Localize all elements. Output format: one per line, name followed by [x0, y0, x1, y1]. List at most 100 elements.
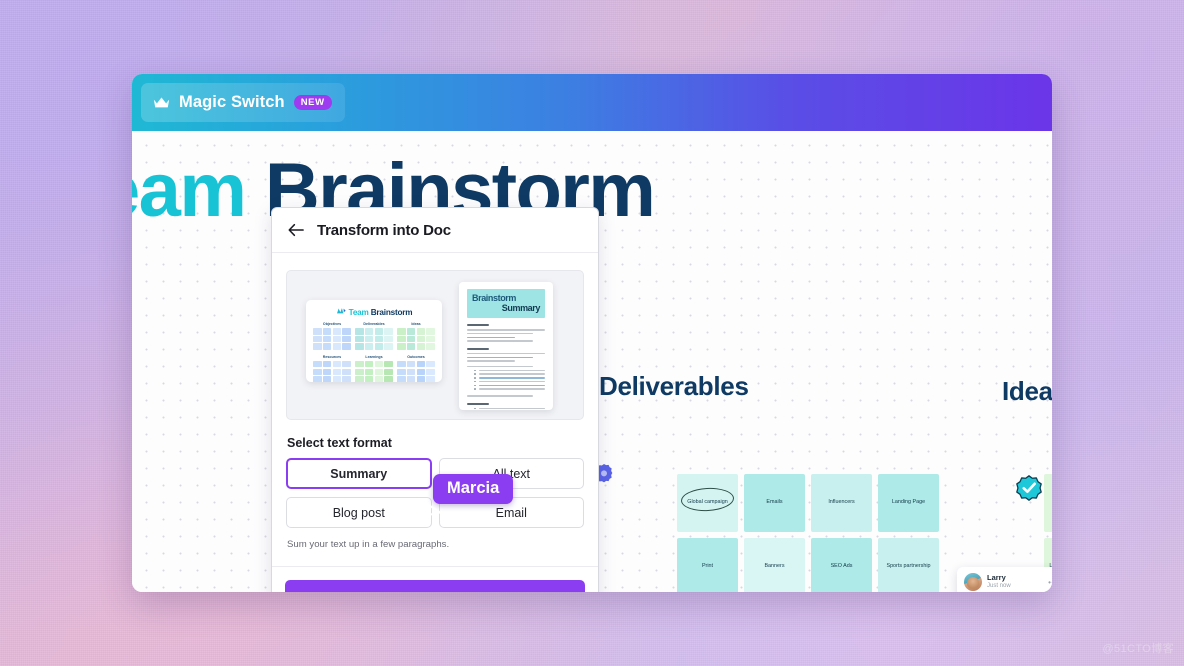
preview-mini-note	[374, 376, 384, 382]
preview-mini-note	[426, 343, 435, 350]
preview-col-deliverables: Deliverables	[355, 322, 393, 350]
preview-mini-note	[384, 328, 393, 335]
preview-col-notes	[355, 328, 393, 350]
preview-mini-note	[384, 335, 393, 343]
preview-board-title: Team Brainstorm	[306, 307, 442, 317]
preview-mini-note	[322, 368, 332, 376]
preview-mini-note	[364, 368, 374, 376]
format-hint: Sum your text up in a few paragraphs.	[287, 539, 450, 550]
preview-mini-note	[374, 328, 384, 335]
preview-mini-note	[364, 335, 374, 343]
preview-mini-note	[342, 328, 351, 335]
preview-mini-note	[416, 360, 426, 368]
preview-mini-note	[374, 368, 384, 376]
preview-doc-section	[467, 347, 545, 397]
preview-col-notes	[313, 360, 351, 382]
preview-doc-title: Brainstorm Summary	[467, 289, 545, 318]
preview-mini-note	[406, 335, 416, 343]
deliverables-note[interactable]: Influencers	[811, 474, 872, 532]
preview-mini-note	[374, 343, 384, 350]
new-badge: NEW	[293, 94, 332, 111]
preview-mini-note	[332, 376, 342, 382]
preview-col-label: Learnings	[365, 354, 383, 359]
deliverables-note[interactable]: Sports partnership	[878, 538, 939, 592]
preview-mini-note	[355, 360, 364, 368]
preview-mini-doc: Brainstorm Summary	[459, 282, 553, 410]
preview-mini-note	[416, 368, 426, 376]
format-option-summary[interactable]: Summary	[286, 458, 432, 489]
preview-mini-note	[406, 368, 416, 376]
preview-mini-note	[426, 360, 435, 368]
preview-mini-note	[397, 360, 406, 368]
preview-mini-note	[384, 376, 393, 382]
preview-mini-note	[374, 360, 384, 368]
preview-mini-note	[426, 368, 435, 376]
ideas-note[interactable]: Stitch with our favourite creator	[1044, 474, 1052, 532]
preview-mini-note	[332, 360, 342, 368]
column-title-ideas: Idea	[1002, 376, 1052, 406]
preview-mini-note	[426, 376, 435, 382]
deliverables-note[interactable]: Print	[677, 538, 738, 592]
back-arrow-icon[interactable]	[288, 223, 304, 237]
deliverables-note[interactable]: Landing Page	[878, 474, 939, 532]
preview-mini-note	[397, 335, 406, 343]
preview-mini-note	[313, 335, 322, 343]
preview-board-row-1: Objectives Deliverables Ideas	[306, 322, 442, 350]
preview-doc-title-line1: Brainstorm	[472, 293, 517, 303]
deliverables-note[interactable]: Emails	[744, 474, 805, 532]
watermark: @51CTO博客	[1102, 643, 1174, 655]
preview-mini-note	[364, 328, 374, 335]
preview-mini-note	[426, 335, 435, 343]
more-dots-icon[interactable]: •••	[1048, 578, 1052, 587]
avatar	[964, 573, 982, 591]
preview-mini-note	[416, 328, 426, 335]
preview-mini-note	[416, 343, 426, 350]
preview-col-outcomes: Outcomes	[397, 355, 435, 382]
comment-time: Just now	[987, 582, 1011, 589]
preview-col-resources: Resources	[313, 355, 351, 382]
preview-mini-note	[426, 328, 435, 335]
preview-mini-note	[342, 343, 351, 350]
comment-author: Larry	[987, 573, 1006, 583]
preview-mini-note	[355, 328, 364, 335]
deliverables-note[interactable]: Global campaign	[677, 474, 738, 532]
transform-panel: Transform into Doc Team Brainstorm Objec…	[271, 207, 599, 592]
preview-mini-note	[355, 376, 364, 382]
preview-col-learnings: Learnings	[355, 355, 393, 382]
cursor-label: Marcia	[433, 474, 514, 504]
preview-col-notes	[313, 328, 351, 350]
magic-switch-chip[interactable]: Magic Switch NEW	[141, 83, 345, 122]
preview-mini-note	[322, 335, 332, 343]
preview-col-notes	[355, 360, 393, 382]
comment-card[interactable]: Larry Just now ••• Love your work, team	[957, 567, 1052, 592]
preview-mini-board: Team Brainstorm Objectives Deliverables …	[306, 300, 442, 382]
transform-into-doc-button[interactable]: Transform into Doc	[285, 580, 585, 592]
preview-mini-note	[406, 376, 416, 382]
deliverables-note[interactable]: Banners	[744, 538, 805, 592]
format-option-blog-post[interactable]: Blog post	[286, 497, 432, 528]
preview-doc-section	[467, 402, 545, 411]
panel-header: Transform into Doc	[272, 208, 598, 253]
verified-check-icon	[1016, 475, 1042, 501]
preview-col-notes	[397, 360, 435, 382]
preview-doc-section	[467, 324, 545, 342]
preview-mini-note	[332, 368, 342, 376]
comment-header: Larry Just now •••	[964, 573, 1052, 591]
preview-col-label: Objectives	[322, 322, 342, 326]
preview-mini-note	[355, 368, 364, 376]
preview-mini-note	[406, 343, 416, 350]
preview-board-row-2: Resources Learnings Outcomes	[306, 355, 442, 382]
preview-board-title-prefix: Team	[348, 308, 371, 317]
preview-mini-note	[416, 376, 426, 382]
preview-mini-note	[342, 376, 351, 382]
preview-mini-note	[397, 328, 406, 335]
preview-mini-note	[384, 360, 393, 368]
preview-mini-note	[364, 343, 374, 350]
preview-mini-note	[374, 335, 384, 343]
magic-switch-label: Magic Switch	[179, 93, 285, 111]
deliverables-note[interactable]: SEO Ads	[811, 538, 872, 592]
app-window: Magic Switch NEW eam Brainstorm Delivera…	[132, 74, 1052, 592]
preview-mini-note	[364, 376, 374, 382]
preview-mini-note	[397, 343, 406, 350]
brainstorm-logo-icon	[336, 308, 346, 314]
